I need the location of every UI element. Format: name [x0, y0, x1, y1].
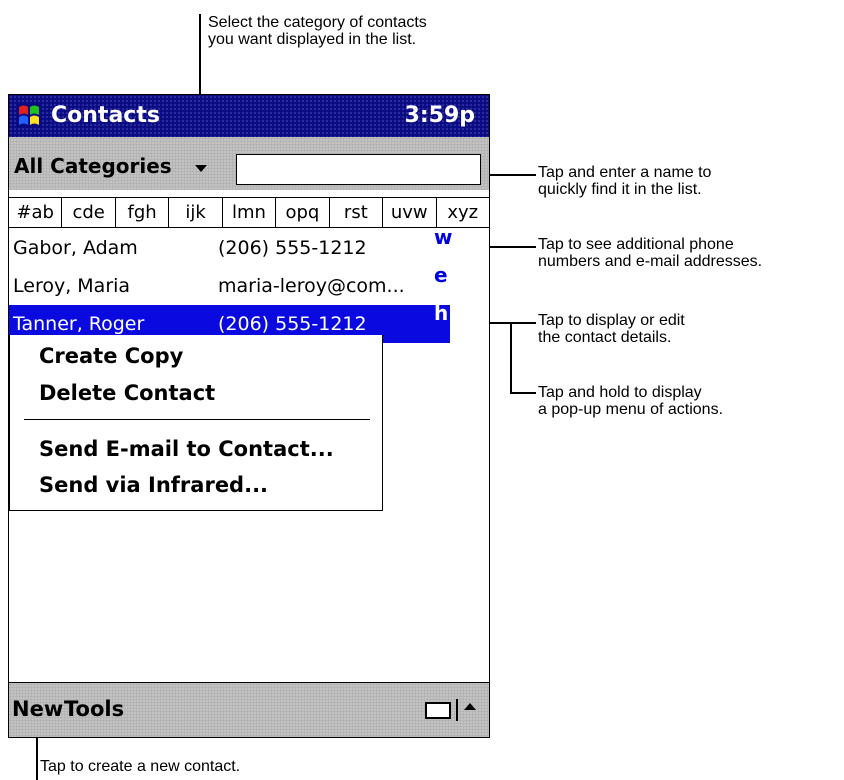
menu-item-delete-contact[interactable]: Delete Contact [39, 381, 215, 405]
dropdown-arrow-icon[interactable] [195, 165, 207, 172]
menu-separator [24, 419, 370, 420]
context-menu: Create Copy Delete Contact Send E-mail t… [9, 335, 383, 511]
menu-item-create-copy[interactable]: Create Copy [39, 344, 183, 368]
contact-type-indicator[interactable]: h [434, 301, 448, 325]
clock[interactable]: 3:59p [405, 103, 475, 128]
contact-detail: (206) 555-1212 [218, 237, 367, 259]
callout-details: Tap to display or edit the contact detai… [538, 312, 685, 346]
sip-separator [456, 699, 458, 721]
tab-letters[interactable]: fgh [116, 198, 170, 227]
category-bar: All Categories [9, 137, 489, 190]
callout-popup: Tap and hold to display a pop-up menu of… [538, 384, 724, 418]
tab-letters[interactable]: #ab [9, 198, 63, 227]
command-bar: New Tools [9, 682, 489, 737]
tab-letters[interactable]: lmn [223, 198, 277, 227]
tab-letters[interactable]: rst [330, 198, 384, 227]
menu-item-send-email[interactable]: Send E-mail to Contact... [39, 437, 334, 461]
tools-menu[interactable]: Tools [64, 697, 124, 721]
leader-line-popup-v [510, 322, 512, 394]
callout-new: Tap to create a new contact. [40, 758, 241, 775]
up-arrow-icon[interactable] [464, 703, 476, 710]
app-title: Contacts [51, 103, 160, 128]
callout-phone: Tap to see additional phone numbers and … [538, 236, 763, 270]
contact-type-indicator[interactable]: w [434, 225, 452, 249]
new-button[interactable]: New [12, 697, 63, 721]
callout-find: Tap and enter a name to quickly find it … [538, 164, 712, 198]
tab-letters[interactable]: ijk [169, 198, 223, 227]
category-dropdown[interactable]: All Categories [14, 154, 172, 178]
contacts-window: Contacts 3:59p All Categories #ab cde fg… [8, 94, 490, 738]
find-input[interactable] [236, 154, 481, 185]
contact-name: Leroy, Maria [13, 275, 131, 297]
contact-row[interactable]: Gabor, Adam (206) 555-1212 w [9, 225, 452, 267]
leader-line-popup-h [510, 392, 536, 394]
callout-category: Select the category of contacts you want… [208, 14, 427, 48]
windows-flag-icon[interactable] [13, 100, 45, 132]
tab-letters[interactable]: xyz [437, 198, 489, 227]
tab-letters[interactable]: cde [62, 198, 116, 227]
tab-letters[interactable]: opq [276, 198, 330, 227]
menu-item-send-infrared[interactable]: Send via Infrared... [39, 473, 268, 497]
contact-type-indicator[interactable]: e [434, 263, 448, 287]
keyboard-icon[interactable] [425, 702, 451, 719]
contact-row[interactable]: Leroy, Maria maria-leroy@com... e [9, 263, 450, 305]
tab-letters[interactable]: uvw [383, 198, 437, 227]
contact-detail: maria-leroy@com... [218, 275, 405, 297]
contact-name: Gabor, Adam [13, 237, 138, 259]
alphabet-tabs: #ab cde fgh ijk lmn opq rst uvw xyz [9, 197, 489, 228]
title-bar: Contacts 3:59p [9, 95, 489, 137]
